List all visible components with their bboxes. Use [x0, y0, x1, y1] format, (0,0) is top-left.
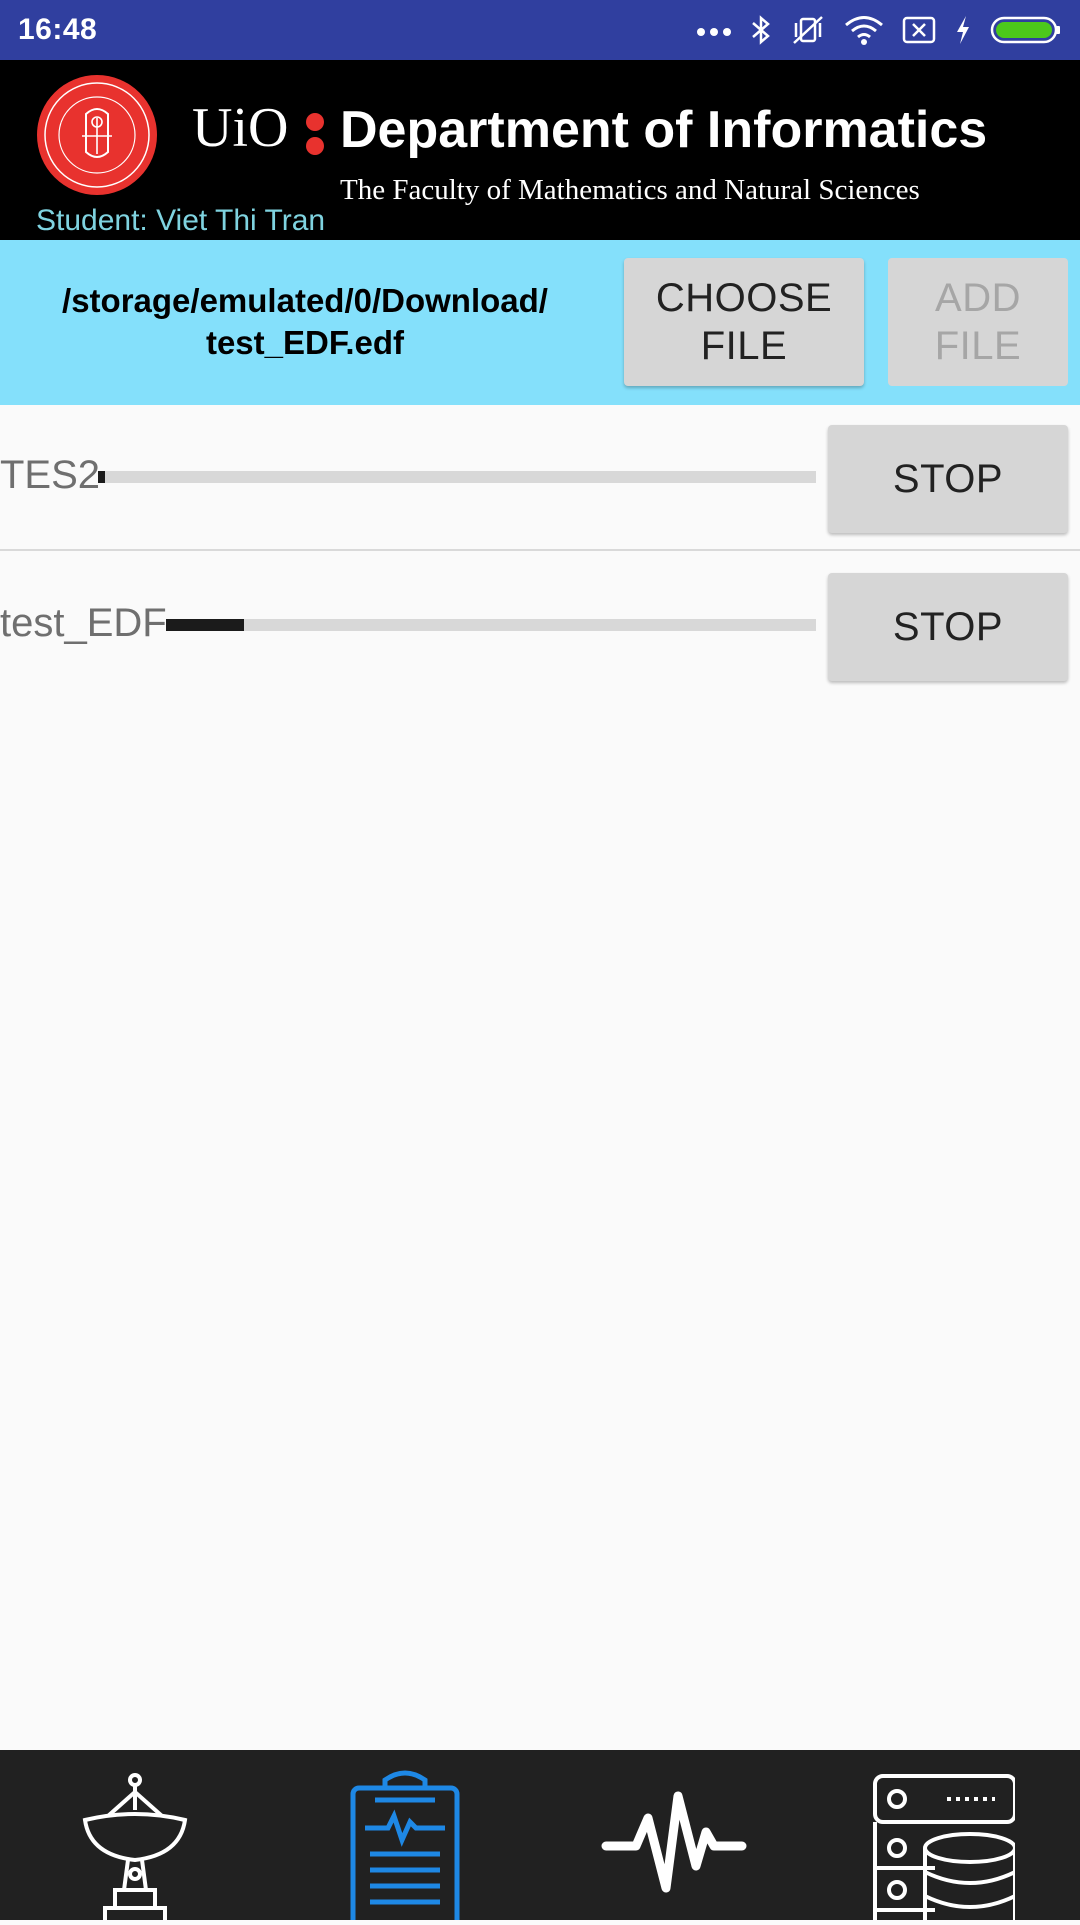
upload-progress-bar — [98, 471, 816, 483]
status-time: 16:48 — [18, 13, 98, 46]
pulse-waveform-icon — [601, 1791, 747, 1893]
status-bar: 16:48 — [0, 0, 1080, 60]
clipboard-ecg-icon — [350, 1770, 460, 1925]
stop-button-label: STOP — [892, 605, 1004, 649]
upload-progress-fill — [98, 471, 106, 483]
nav-item-recordings[interactable] — [330, 1770, 480, 1925]
stop-button-label: STOP — [892, 457, 1004, 501]
header-banner: UiO Department of Informatics The Facult… — [0, 60, 1080, 240]
uio-wordmark: UiO — [192, 97, 289, 159]
stop-button[interactable]: STOP — [828, 573, 1068, 681]
upload-progress-bar — [166, 619, 816, 631]
choose-file-label-1: CHOOSE — [655, 276, 833, 320]
choose-file-label-2: FILE — [700, 324, 788, 368]
university-seal-logo — [37, 75, 157, 195]
wifi-icon — [844, 15, 884, 45]
choose-file-button[interactable]: CHOOSE FILE — [624, 258, 864, 386]
upload-progress-fill — [166, 619, 244, 631]
sim-x-icon — [902, 15, 936, 45]
bluetooth-icon — [750, 14, 772, 46]
status-icons — [696, 14, 1062, 46]
stop-button[interactable]: STOP — [828, 425, 1068, 533]
student-name: Student: Viet Thi Tran — [36, 204, 326, 237]
more-dots-icon — [696, 24, 732, 36]
satellite-antenna-icon — [82, 1773, 188, 1920]
file-path-line-1: /storage/emulated/0/Download/ — [62, 282, 548, 319]
upload-name: test_EDF — [0, 601, 167, 645]
upload-name: TES2 — [0, 453, 101, 497]
list-item: TES2 STOP — [0, 405, 1080, 551]
selected-file-path: /storage/emulated/0/Download/ test_EDF.e… — [20, 280, 590, 364]
add-file-label-2: FILE — [934, 324, 1022, 368]
add-file-label-1: ADD — [935, 276, 1021, 320]
add-file-button[interactable]: ADD FILE — [888, 258, 1068, 386]
uio-dots-logo — [306, 113, 324, 155]
file-path-line-2: test_EDF.edf — [205, 324, 405, 361]
faculty-subtitle: The Faculty of Mathematics and Natural S… — [340, 174, 920, 206]
nav-item-storage[interactable] — [865, 1770, 1017, 1920]
charging-bolt-icon — [954, 15, 972, 45]
department-title: Department of Informatics — [340, 101, 988, 159]
server-database-icon — [873, 1774, 1017, 1920]
list-item: test_EDF STOP — [0, 553, 1080, 699]
bottom-navigation — [0, 1750, 1080, 1925]
nav-item-antenna[interactable] — [60, 1770, 210, 1920]
battery-icon — [990, 15, 1062, 45]
file-chooser-bar: /storage/emulated/0/Download/ test_EDF.e… — [0, 240, 1080, 405]
vibrate-off-icon — [790, 14, 826, 46]
nav-item-signal[interactable] — [600, 1770, 750, 1920]
